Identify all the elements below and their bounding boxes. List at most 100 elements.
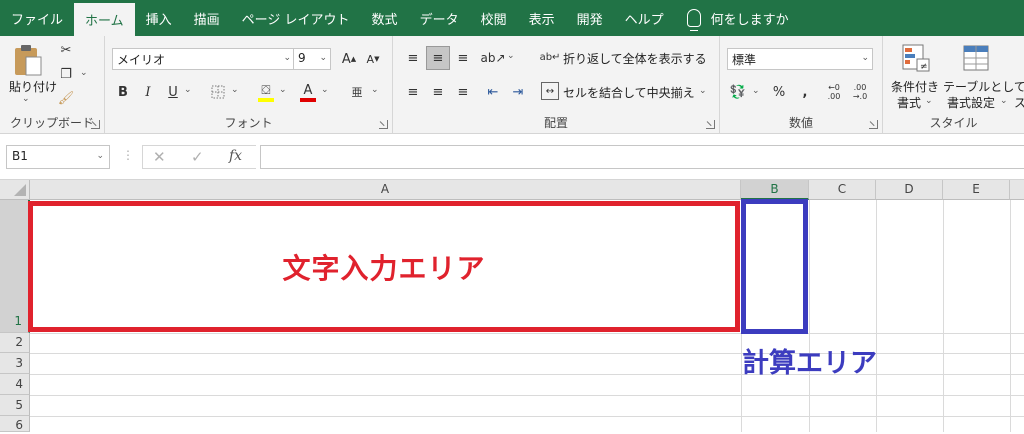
copy-icon[interactable]: ❐ (58, 66, 74, 82)
phonetic-icon[interactable]: 亜 (349, 81, 365, 103)
decrease-font-icon[interactable]: A ▼ (365, 50, 381, 68)
column-header-c[interactable]: C (809, 180, 876, 200)
column-header-e[interactable]: E (943, 180, 1010, 200)
font-launcher-icon[interactable] (379, 120, 388, 129)
italic-icon[interactable]: I (140, 83, 156, 101)
splitter-icon[interactable]: ⋮ (122, 148, 134, 162)
column-header-a[interactable]: A (30, 180, 741, 200)
font-color-dropdown-icon[interactable]: ⌄ (321, 85, 329, 95)
align-right-icon[interactable]: ≡ (453, 82, 473, 102)
wrap-text-button[interactable]: 折り返して全体を表示する (563, 50, 707, 67)
tab-formulas[interactable]: 数式 (361, 0, 409, 36)
column-header-f-partial[interactable] (1010, 180, 1024, 200)
align-middle-icon[interactable]: ≡ (426, 46, 450, 70)
increase-decimal-icon[interactable]: ←0.00 (824, 82, 844, 102)
underline-dropdown-icon[interactable]: ⌄ (184, 85, 192, 95)
tab-view[interactable]: 表示 (518, 0, 566, 36)
ribbon-home: 貼り付け ⌄ ✂ ❐ ⌄ 🖌 クリップボード メイリオ ⌄ 9 ⌄ A ▲ A ▼ … (0, 36, 1024, 134)
tell-me-search[interactable]: 何をしますか (675, 0, 789, 36)
conditional-formatting-icon[interactable]: ≠ (900, 42, 932, 74)
merge-center-button[interactable]: セルを結合して中央揃え (563, 84, 695, 101)
row-header-6[interactable]: 6 (0, 416, 30, 432)
clipboard-launcher-icon[interactable] (91, 120, 100, 129)
gridline (809, 200, 810, 432)
paste-button[interactable] (10, 42, 46, 78)
tab-help[interactable]: ヘルプ (614, 0, 675, 36)
number-launcher-icon[interactable] (869, 120, 878, 129)
accounting-dropdown-icon[interactable]: ⌄ (752, 86, 760, 96)
format-table-dropdown-icon[interactable]: ⌄ (1000, 96, 1008, 106)
row-header-3[interactable]: 3 (0, 353, 30, 374)
tab-insert[interactable]: 挿入 (135, 0, 183, 36)
tab-data[interactable]: データ (409, 0, 470, 36)
row-header-1[interactable]: 1 (0, 200, 30, 333)
borders-dropdown-icon[interactable]: ⌄ (231, 85, 239, 95)
alignment-launcher-icon[interactable] (706, 120, 715, 129)
enter-icon[interactable]: ✓ (191, 148, 204, 166)
conditional-formatting-label-2[interactable]: 書式 (897, 94, 921, 111)
formula-input[interactable] (260, 145, 1024, 169)
group-label-font: フォント (224, 116, 273, 130)
format-as-table-icon[interactable] (961, 42, 993, 74)
tab-review[interactable]: 校閲 (470, 0, 518, 36)
phonetic-dropdown-icon[interactable]: ⌄ (371, 85, 379, 95)
format-as-table-label-2[interactable]: 書式設定 (947, 94, 995, 111)
fill-color-icon[interactable]: ⛋ (257, 81, 275, 103)
input-area-box[interactable]: 文字入力エリア (28, 201, 740, 332)
cell-styles-label-partial[interactable]: ス (1014, 94, 1024, 111)
align-center-icon[interactable]: ≡ (428, 82, 448, 102)
decrease-indent-icon[interactable]: ⇤ (483, 82, 503, 102)
align-bottom-icon[interactable]: ≡ (453, 48, 473, 68)
paste-label[interactable]: 貼り付け (9, 78, 57, 95)
copy-dropdown-icon[interactable]: ⌄ (80, 68, 88, 78)
number-format-select[interactable]: 標準 ⌄ (727, 48, 873, 70)
percent-icon[interactable]: % (770, 82, 788, 102)
merge-center-icon[interactable]: ↔ (541, 82, 559, 100)
merge-dropdown-icon[interactable]: ⌄ (699, 86, 707, 96)
increase-indent-icon[interactable]: ⇥ (508, 82, 528, 102)
tab-file[interactable]: ファイル (0, 0, 74, 36)
paste-dropdown-icon[interactable]: ⌄ (22, 94, 30, 104)
borders-icon[interactable] (209, 83, 227, 101)
format-painter-icon[interactable]: 🖌 (58, 90, 75, 106)
tab-page-layout[interactable]: ページ レイアウト (231, 0, 361, 36)
name-box[interactable]: B1 ⌄ (6, 145, 110, 169)
conditional-dropdown-icon[interactable]: ⌄ (925, 96, 933, 106)
row-header-5[interactable]: 5 (0, 395, 30, 416)
cancel-icon[interactable]: ✕ (153, 148, 166, 166)
accounting-format-icon[interactable]: 💱 (728, 82, 748, 102)
increase-font-icon[interactable]: A ▲ (341, 50, 357, 68)
bold-icon[interactable]: B (115, 83, 131, 101)
calc-area-box[interactable] (741, 199, 808, 334)
group-number: 標準 ⌄ 💱 ⌄ % , ←0.00 .00 →.0 数値 (720, 36, 883, 134)
align-left-icon[interactable]: ≡ (403, 82, 423, 102)
font-name-select[interactable]: メイリオ ⌄ (112, 48, 295, 70)
row-header-4[interactable]: 4 (0, 374, 30, 395)
row-header-2[interactable]: 2 (0, 333, 30, 353)
column-header-b[interactable]: B (741, 180, 809, 200)
font-color-icon[interactable]: A (299, 81, 317, 103)
orientation-icon[interactable]: ab↗ (480, 48, 505, 68)
fill-color-dropdown-icon[interactable]: ⌄ (279, 85, 287, 95)
group-font: メイリオ ⌄ 9 ⌄ A ▲ A ▼ B I U ⌄ ⌄ ⛋ ⌄ A ⌄ 亜 ⌄ フ… (105, 36, 393, 134)
select-all-button[interactable] (0, 180, 30, 200)
insert-function-icon[interactable]: fx (229, 148, 242, 164)
cut-icon[interactable]: ✂ (58, 42, 74, 58)
wrap-text-icon[interactable]: ab↵ (540, 48, 561, 66)
tab-developer[interactable]: 開発 (566, 0, 614, 36)
group-label-number: 数値 (788, 116, 813, 130)
comma-style-icon[interactable]: , (796, 82, 814, 102)
tab-home[interactable]: ホーム (74, 3, 135, 36)
orientation-dropdown-icon[interactable]: ⌄ (507, 51, 515, 61)
format-as-table-label[interactable]: テーブルとして (943, 78, 1024, 95)
column-header-d[interactable]: D (876, 180, 943, 200)
align-top-icon[interactable]: ≡ (403, 48, 423, 68)
font-size-select[interactable]: 9 ⌄ (293, 48, 331, 70)
gridline (30, 333, 1024, 334)
group-alignment: ≡ ≡ ≡ ab↗ ⌄ ≡ ≡ ≡ ⇤ ⇥ ab↵ 折り返して全体を表示する ↔… (393, 36, 720, 134)
conditional-formatting-label[interactable]: 条件付き (891, 78, 939, 95)
decrease-decimal-icon[interactable]: .00 →.0 (850, 82, 870, 102)
tab-draw[interactable]: 描画 (183, 0, 231, 36)
underline-icon[interactable]: U (165, 83, 181, 101)
calc-area-label: 計算エリア (742, 348, 877, 379)
